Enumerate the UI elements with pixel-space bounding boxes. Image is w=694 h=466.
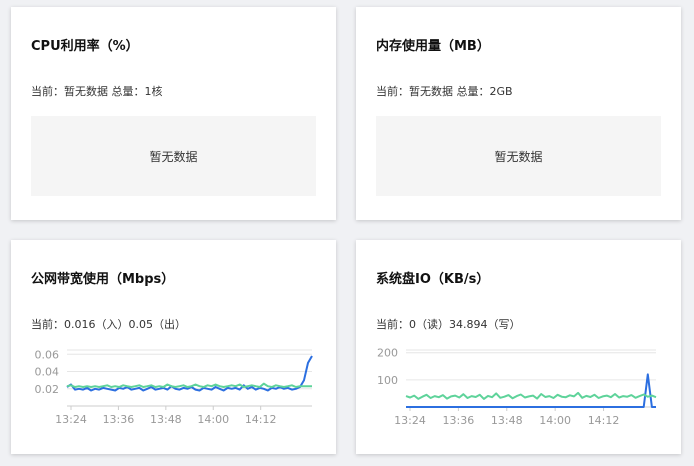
memory-current-value: 当前：暂无数据 总量：2GB [376, 85, 513, 98]
network-bandwidth-chart[interactable]: 0.02 0.04 0.06 13:24 13:36 13:48 14:00 14:12 [11, 240, 336, 454]
disk-y-tick-label: 100 [377, 374, 398, 387]
disk-x-tick-label: 13:24 [394, 414, 426, 427]
disk-y-tick-label: 200 [377, 347, 398, 360]
disk-series-inbound-line [406, 373, 656, 408]
disk-io-chart[interactable]: 100 200 13:24 13:36 13:48 14:00 14:12 [356, 240, 681, 454]
network-x-tick-label: 14:12 [245, 413, 277, 426]
network-x-tick-label: 13:24 [55, 413, 87, 426]
network-x-tick-label: 14:00 [197, 413, 229, 426]
network-x-tick-label: 13:36 [103, 413, 135, 426]
network-y-tick-label: 0.04 [35, 366, 60, 379]
disk-x-tick-label: 13:36 [443, 414, 475, 427]
cpu-card-title: CPU利用率（%） [31, 39, 139, 54]
network-y-tick-label: 0.06 [35, 348, 60, 361]
cpu-current-value: 当前：暂无数据 总量：1核 [31, 85, 163, 98]
disk-x-tick-label: 14:00 [539, 414, 571, 427]
cpu-usage-card: CPU利用率（%） 当前：暂无数据 总量：1核 暂无数据 [11, 7, 336, 220]
disk-x-tick-label: 13:48 [491, 414, 523, 427]
disk-series-outbound-line [405, 391, 657, 400]
memory-empty-text: 暂无数据 [494, 149, 543, 164]
memory-card-title: 内存使用量（MB） [376, 39, 490, 54]
memory-empty-placeholder: 暂无数据 [376, 116, 661, 196]
memory-usage-card: 内存使用量（MB） 当前：暂无数据 总量：2GB 暂无数据 [356, 7, 681, 220]
network-x-tick-label: 13:48 [150, 413, 182, 426]
disk-x-tick-label: 14:12 [588, 414, 620, 427]
network-series-outbound-line [66, 382, 312, 388]
network-y-tick-label: 0.02 [35, 383, 60, 396]
cpu-empty-text: 暂无数据 [149, 149, 198, 164]
system-disk-io-card: 系统盘IO（KB/s） 当前：0（读）34.894（写） 100 200 13:24… [356, 240, 681, 454]
cpu-empty-placeholder: 暂无数据 [31, 116, 316, 196]
network-bandwidth-card: 公网带宽使用（Mbps） 当前：0.016（入）0.05（出） 0.02 0.04… [11, 240, 336, 454]
